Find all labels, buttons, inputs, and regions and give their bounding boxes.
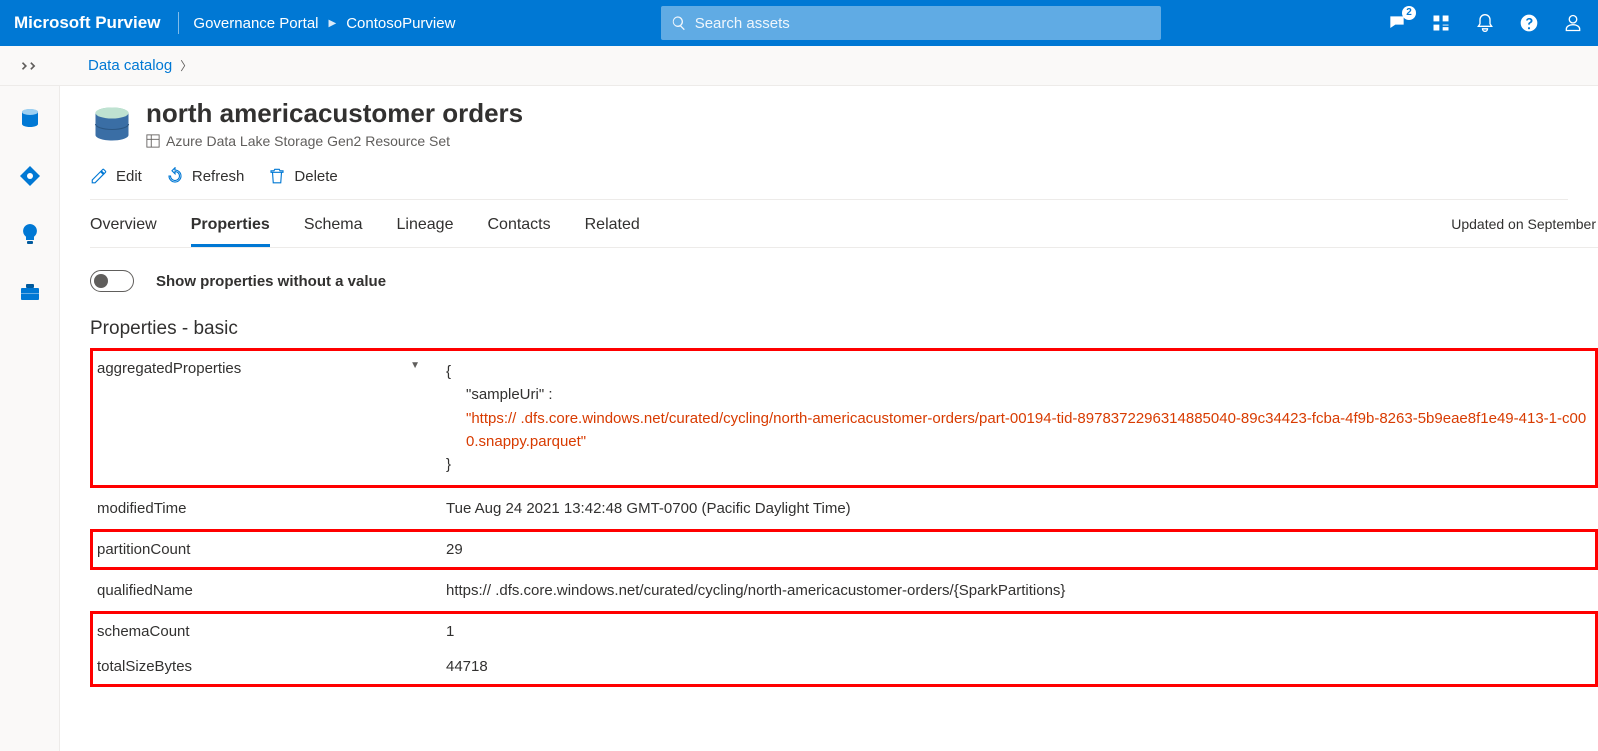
tab-overview[interactable]: Overview	[90, 216, 157, 247]
prop-key: qualifiedName	[93, 573, 428, 608]
caret-down-icon[interactable]: ▼	[410, 360, 420, 371]
prop-key: aggregatedProperties ▼	[93, 351, 428, 485]
nav-data-map[interactable]	[16, 162, 44, 190]
prop-val: https:// .dfs.core.windows.net/curated/c…	[428, 573, 1595, 608]
portal-link[interactable]: Governance Portal	[193, 15, 318, 32]
help-icon[interactable]	[1518, 12, 1540, 34]
resource-type-icon	[146, 134, 160, 148]
updated-on: Updated on September	[1451, 216, 1598, 232]
prop-row-modifiedTime: modifiedTime Tue Aug 24 2021 13:42:48 GM…	[90, 488, 1598, 529]
asset-subtype: Azure Data Lake Storage Gen2 Resource Se…	[146, 133, 523, 149]
asset-head: north americacustomer orders Azure Data …	[90, 86, 1598, 149]
brand: Microsoft Purview	[14, 13, 160, 33]
prop-val: 29	[428, 532, 1595, 567]
section-title: Properties - basic	[90, 318, 1598, 340]
prop-val: Tue Aug 24 2021 13:42:48 GMT-0700 (Pacif…	[428, 491, 1595, 526]
prop-key: partitionCount	[93, 532, 428, 567]
pencil-icon	[90, 167, 108, 185]
prop-val: { "sampleUri" : "https:// .dfs.core.wind…	[428, 351, 1595, 485]
refresh-button[interactable]: Refresh	[166, 167, 245, 185]
tab-schema[interactable]: Schema	[304, 216, 363, 247]
prop-val: 1	[428, 614, 1595, 649]
json-string: "https:// .dfs.core.windows.net/curated/…	[446, 407, 1589, 454]
chevron-right-icon: 〉	[180, 57, 192, 74]
notif-badge: 2	[1402, 6, 1416, 20]
tabs-row: Overview Properties Schema Lineage Conta…	[90, 200, 1598, 248]
properties-table: aggregatedProperties ▼ { "sampleUri" : "…	[90, 348, 1598, 687]
tab-related[interactable]: Related	[585, 216, 640, 247]
chevron-right-icon: ▶	[329, 18, 337, 29]
edit-button[interactable]: Edit	[90, 167, 142, 185]
nav-insights[interactable]	[16, 220, 44, 248]
breadcrumb-item[interactable]: Data catalog	[88, 57, 172, 74]
topbar: Microsoft Purview Governance Portal ▶ Co…	[0, 0, 1598, 46]
prop-row-totalSizeBytes: totalSizeBytes 44718	[90, 649, 1598, 687]
delete-button[interactable]: Delete	[268, 167, 337, 185]
tab-contacts[interactable]: Contacts	[487, 216, 550, 247]
search-wrap	[661, 6, 1161, 40]
prop-row-qualifiedName: qualifiedName https:// .dfs.core.windows…	[90, 570, 1598, 611]
search-input[interactable]	[695, 15, 1151, 32]
toggle-row: Show properties without a value	[90, 270, 1598, 292]
prop-val: 44718	[428, 649, 1595, 684]
instance-link[interactable]: ContosoPurview	[346, 15, 455, 32]
asset-icon	[90, 102, 134, 146]
prop-row-aggregatedProperties: aggregatedProperties ▼ { "sampleUri" : "…	[90, 348, 1598, 488]
tab-lineage[interactable]: Lineage	[397, 216, 454, 247]
json-brace-close: }	[446, 456, 451, 473]
prop-key: totalSizeBytes	[93, 649, 428, 684]
json-brace-open: {	[446, 363, 451, 380]
prop-row-schemaCount: schemaCount 1	[90, 611, 1598, 649]
search-box[interactable]	[661, 6, 1161, 40]
nav-data-catalog[interactable]	[16, 104, 44, 132]
bell-icon[interactable]	[1474, 12, 1496, 34]
search-icon	[671, 15, 687, 31]
prop-row-partitionCount: partitionCount 29	[90, 529, 1598, 570]
refresh-icon	[166, 167, 184, 185]
apps-icon[interactable]	[1430, 12, 1452, 34]
toggle-label: Show properties without a value	[156, 273, 386, 290]
user-icon[interactable]	[1562, 12, 1584, 34]
nav-management[interactable]	[16, 278, 44, 306]
breadcrumb: Data catalog 〉	[60, 57, 192, 74]
top-icons: 2	[1386, 12, 1584, 34]
show-empty-toggle[interactable]	[90, 270, 134, 292]
toolbar: Edit Refresh Delete	[90, 149, 1568, 200]
leftnav	[0, 86, 60, 751]
page-title: north americacustomer orders	[146, 98, 523, 129]
tab-properties[interactable]: Properties	[191, 216, 270, 247]
prop-key: modifiedTime	[93, 491, 428, 526]
prop-key: schemaCount	[93, 614, 428, 649]
tabs: Overview Properties Schema Lineage Conta…	[90, 200, 640, 247]
feedback-icon[interactable]: 2	[1386, 12, 1408, 34]
json-key: "sampleUri" :	[446, 383, 1589, 406]
topbar-sep	[178, 12, 179, 34]
main: north americacustomer orders Azure Data …	[60, 86, 1598, 751]
subbar: Data catalog 〉	[0, 46, 1598, 86]
content: Show properties without a value Properti…	[90, 248, 1598, 687]
expand-nav-button[interactable]	[0, 60, 60, 72]
trash-icon	[268, 167, 286, 185]
